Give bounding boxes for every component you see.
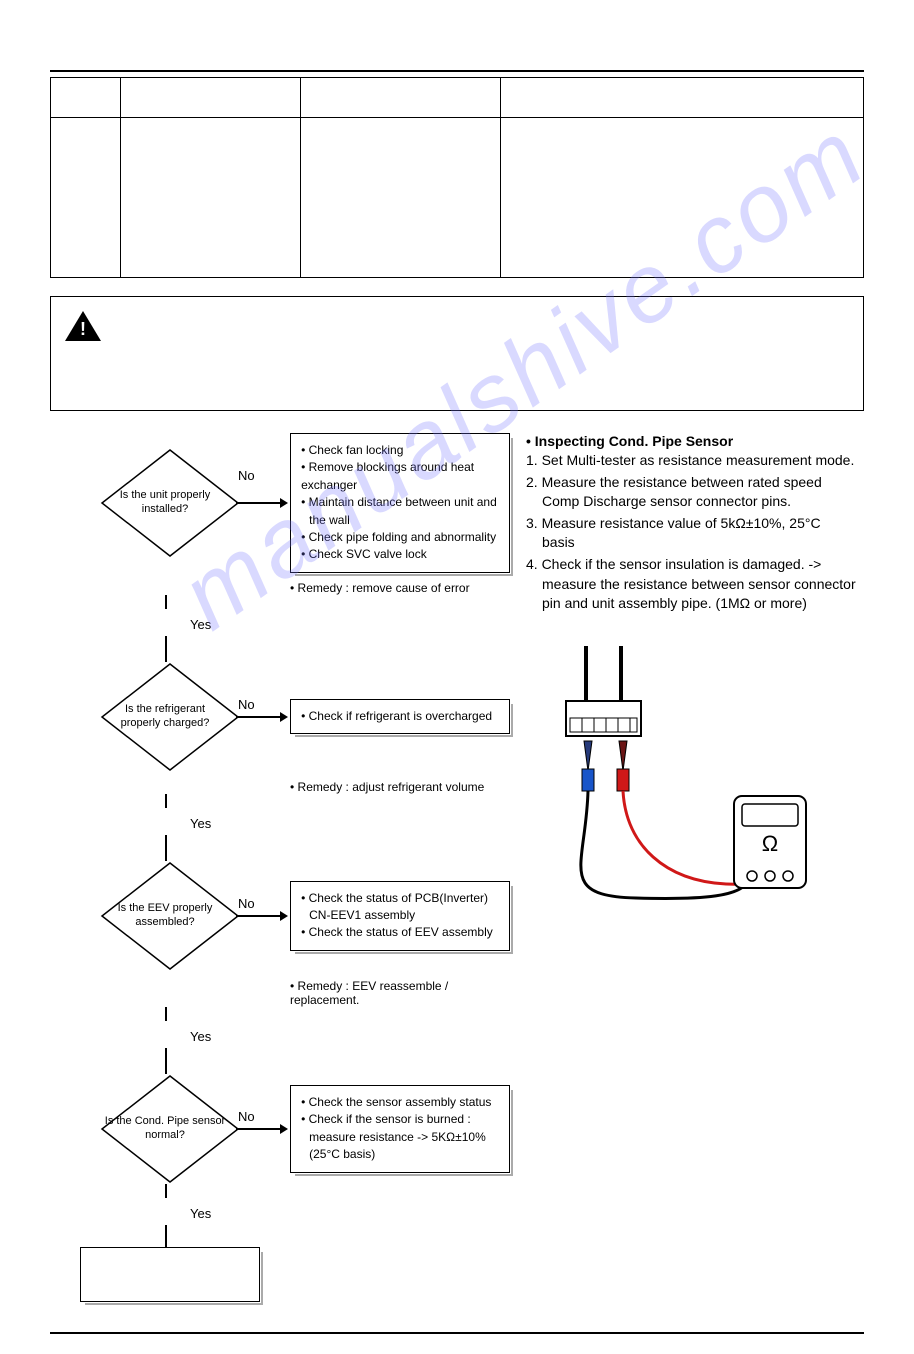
action-1-4: • Check SVC valve lock bbox=[301, 546, 499, 563]
decision-sensor-text: Is the Cond. Pipe sensor normal? bbox=[100, 1074, 230, 1184]
decision-eev-text: Is the EEV properly assembled? bbox=[100, 861, 230, 971]
th-2 bbox=[121, 78, 301, 118]
th-4 bbox=[501, 78, 864, 118]
action-2-0: • Check if refrigerant is overcharged bbox=[301, 708, 499, 725]
final-box bbox=[80, 1247, 260, 1302]
td-3 bbox=[301, 118, 501, 278]
action-1-0: • Check fan locking bbox=[301, 442, 499, 459]
remedy-1: • Remedy : remove cause of error bbox=[290, 581, 510, 595]
action-1-3: • Check pipe folding and abnormality bbox=[301, 529, 499, 546]
yes-label-4: Yes bbox=[190, 1206, 510, 1221]
action-box-4: • Check the sensor assembly status • Che… bbox=[290, 1085, 510, 1173]
action-1-1: • Remove blockings around heat exchanger bbox=[301, 459, 499, 494]
action-box-3: • Check the status of PCB(Inverter) CN-E… bbox=[290, 881, 510, 951]
th-3 bbox=[301, 78, 501, 118]
remedy-3: • Remedy : EEV reassemble / replacement. bbox=[290, 979, 510, 1007]
th-1 bbox=[51, 78, 121, 118]
action-1-2: • Maintain distance between unit and the… bbox=[301, 494, 499, 529]
action-4-0: • Check the sensor assembly status bbox=[301, 1094, 499, 1111]
td-2 bbox=[121, 118, 301, 278]
decision-sensor: Is the Cond. Pipe sensor normal? bbox=[100, 1074, 230, 1184]
table-body-row bbox=[51, 118, 864, 278]
action-4-1: • Check if the sensor is burned : measur… bbox=[301, 1111, 499, 1163]
action-3-0: • Check the status of PCB(Inverter) CN-E… bbox=[301, 890, 499, 925]
decision-eev: Is the EEV properly assembled? bbox=[100, 861, 230, 971]
no-label-3: No bbox=[238, 896, 255, 911]
decision-install: Is the unit properly installed? bbox=[100, 448, 230, 558]
remedy-2: • Remedy : adjust refrigerant volume bbox=[290, 780, 510, 794]
spec-table bbox=[50, 77, 864, 278]
top-rule bbox=[50, 70, 864, 72]
warning-icon bbox=[65, 311, 101, 341]
yes-label-1: Yes bbox=[190, 617, 510, 632]
inspect-item-3: 3. Measure resistance value of 5kΩ±10%, … bbox=[526, 514, 856, 553]
yes-label-3: Yes bbox=[190, 1029, 510, 1044]
action-3-1: • Check the status of EEV assembly bbox=[301, 924, 499, 941]
warning-box bbox=[50, 296, 864, 411]
decision-refrigerant-text: Is the refrigerant properly charged? bbox=[100, 662, 230, 772]
action-box-1: • Check fan locking • Remove blockings a… bbox=[290, 433, 510, 573]
table-header-row bbox=[51, 78, 864, 118]
multimeter-diagram: Ω bbox=[526, 646, 826, 926]
td-1 bbox=[51, 118, 121, 278]
inspect-title: • Inspecting Cond. Pipe Sensor bbox=[526, 433, 856, 449]
no-label-2: No bbox=[238, 697, 255, 712]
svg-text:Ω: Ω bbox=[762, 831, 778, 856]
inspect-procedure: • Inspecting Cond. Pipe Sensor 1. Set Mu… bbox=[526, 433, 856, 614]
inspect-item-1: 1. Set Multi-tester as resistance measur… bbox=[526, 451, 856, 471]
decision-install-text: Is the unit properly installed? bbox=[100, 448, 230, 558]
action-box-2: • Check if refrigerant is overcharged bbox=[290, 699, 510, 734]
inspect-item-2: 2. Measure the resistance between rated … bbox=[526, 473, 856, 512]
yes-label-2: Yes bbox=[190, 816, 510, 831]
decision-refrigerant: Is the refrigerant properly charged? bbox=[100, 662, 230, 772]
td-4 bbox=[501, 118, 864, 278]
bottom-rule bbox=[50, 1332, 864, 1334]
no-label-4: No bbox=[238, 1109, 255, 1124]
no-label-1: No bbox=[238, 468, 255, 483]
flowchart: Is the unit properly installed? No • Che… bbox=[50, 433, 510, 1302]
inspect-item-4: 4. Check if the sensor insulation is dam… bbox=[526, 555, 856, 614]
